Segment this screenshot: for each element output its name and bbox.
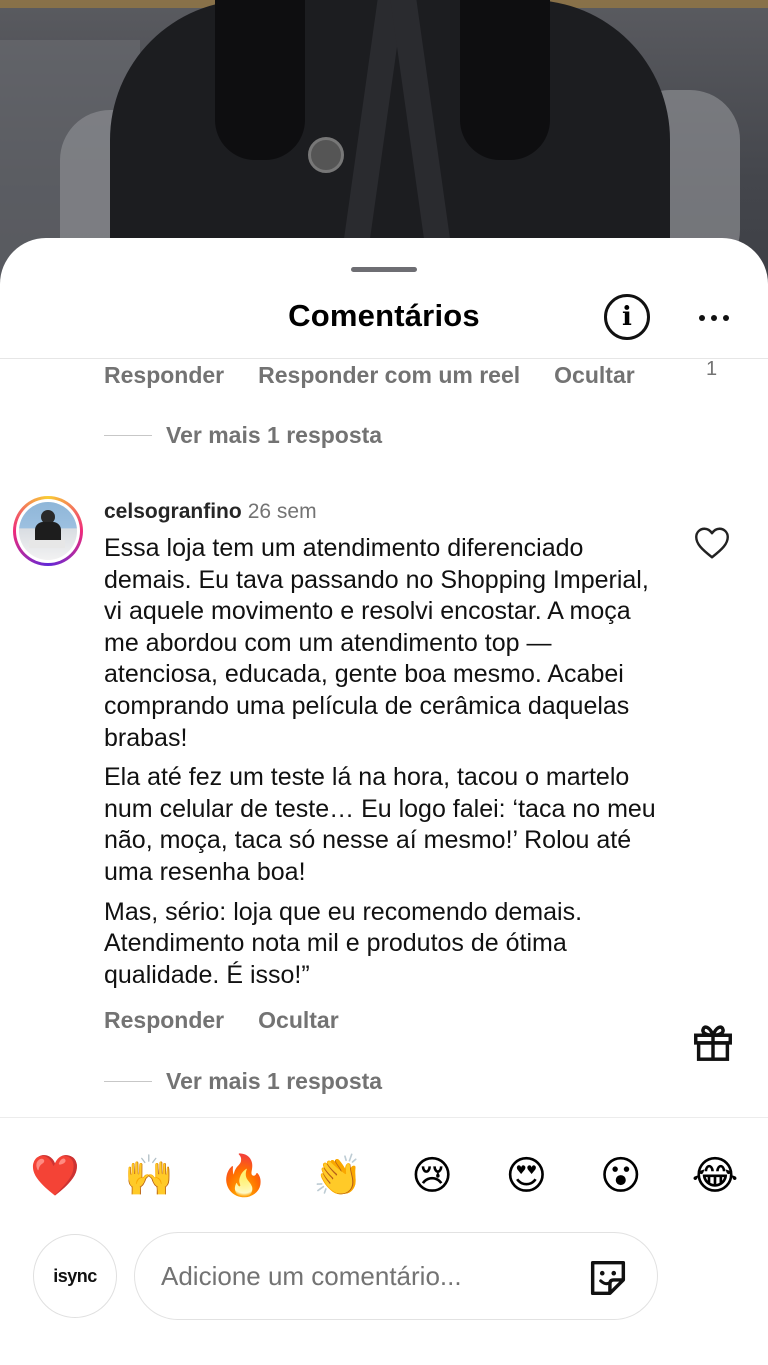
reply-button[interactable]: Responder	[104, 362, 224, 389]
emoji-tears-of-joy[interactable]: 😂	[680, 1148, 750, 1204]
replies-line	[104, 435, 152, 436]
comment-input[interactable]	[161, 1260, 571, 1292]
avatar[interactable]	[13, 496, 83, 566]
emoji-heart-eyes[interactable]: 😍	[491, 1148, 561, 1204]
view-more-replies-label: Ver mais 1 resposta	[166, 1068, 383, 1094]
emoji-red-heart[interactable]: ❤️	[20, 1148, 90, 1204]
comment-input-container[interactable]	[134, 1232, 658, 1320]
reply-button[interactable]: Responder	[104, 1007, 224, 1034]
background-pin	[308, 137, 344, 173]
background-hair-right	[460, 0, 550, 160]
emoji-clapping-hands[interactable]: 👏	[303, 1148, 373, 1204]
avatar-photo	[19, 502, 77, 560]
comment-paragraph: Essa loja tem um atendimento diferenciad…	[104, 534, 649, 752]
header-divider	[0, 358, 768, 359]
comment-time: 26 sem	[247, 500, 317, 523]
view-more-replies[interactable]: Ver mais 1 resposta	[104, 1068, 382, 1095]
sheet-grabber[interactable]	[351, 267, 417, 272]
view-more-replies-label: Ver mais 1 resposta	[166, 422, 383, 448]
emoji-crying-face[interactable]: 😢	[397, 1148, 467, 1204]
reply-with-reel-button[interactable]: Responder com um reel	[258, 362, 520, 389]
emoji-reaction-bar: ❤️ 🙌 🔥 👏 😢 😍 😮 😂	[20, 1148, 750, 1204]
comment-paragraph: Mas, sério: loja que eu recomendo demais…	[104, 897, 583, 989]
background-hair-left	[215, 0, 305, 160]
comment-header: celsogranfino 26 sem	[104, 498, 664, 526]
emoji-raising-hands[interactable]: 🙌	[114, 1148, 184, 1204]
replies-line	[104, 1081, 152, 1082]
emoji-surprised-face[interactable]: 😮	[586, 1148, 656, 1204]
composer-divider	[0, 1117, 768, 1118]
info-icon[interactable]: i	[604, 294, 650, 340]
comment-body: Essa loja tem um atendimento diferenciad…	[104, 533, 664, 991]
comment-actions: Responder Ocultar	[104, 1007, 339, 1034]
current-user-avatar[interactable]: isync	[33, 1234, 117, 1318]
gift-icon[interactable]	[690, 1018, 736, 1064]
more-horizontal-icon[interactable]	[692, 298, 736, 338]
comment-username[interactable]: celsogranfino	[104, 500, 242, 523]
comments-sheet: Comentários i Responder Responder com um…	[0, 238, 768, 1365]
like-count: 1	[706, 358, 718, 380]
sticker-icon[interactable]	[585, 1255, 631, 1301]
view-more-replies[interactable]: Ver mais 1 resposta	[104, 422, 382, 449]
comment: celsogranfino 26 sem Essa loja tem um ate…	[104, 498, 664, 991]
comment-paragraph: Ela até fez um teste lá na hora, tacou o…	[104, 763, 656, 886]
sheet-title: Comentários	[288, 298, 480, 333]
emoji-fire[interactable]: 🔥	[209, 1148, 279, 1204]
hide-button[interactable]: Ocultar	[554, 362, 635, 389]
prev-comment-actions: Responder Responder com um reel Ocultar	[104, 362, 635, 389]
heart-outline-icon[interactable]	[694, 526, 730, 560]
hide-button[interactable]: Ocultar	[258, 1007, 339, 1034]
